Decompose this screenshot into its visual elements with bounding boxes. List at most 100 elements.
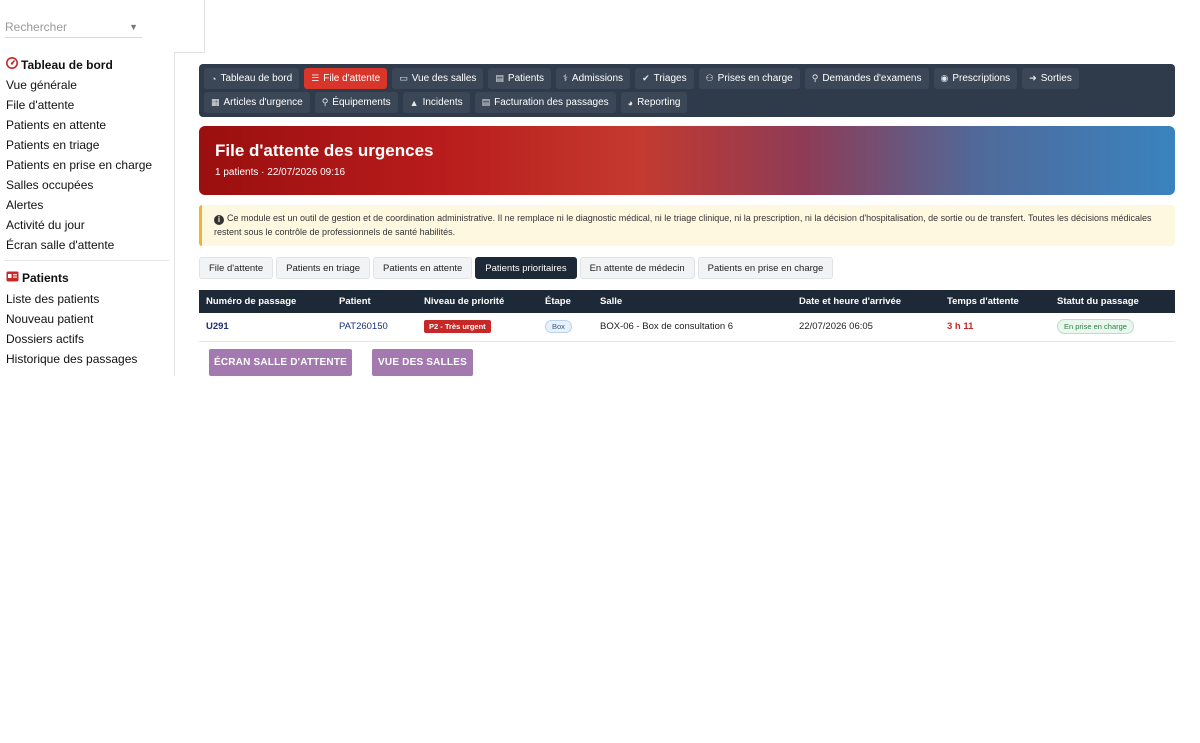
clipboard-check-icon: ✔ bbox=[642, 73, 650, 83]
menu-item-sorties[interactable]: ➜ Sorties bbox=[1022, 68, 1079, 89]
menu-item-label: Incidents bbox=[422, 97, 463, 108]
menu-item-prescriptions[interactable]: ◉ Prescriptions bbox=[933, 68, 1018, 89]
menu-item-label: Prescriptions bbox=[952, 73, 1011, 84]
menu-item-prises-en-charge[interactable]: ⚇ Prises en charge bbox=[698, 68, 800, 89]
sidebar-item[interactable]: Dossiers actifs bbox=[6, 329, 137, 349]
menu-item-vue-des-salles[interactable]: ▭ Vue des salles bbox=[392, 68, 484, 89]
sidebar-item[interactable]: Patients en attente bbox=[6, 115, 152, 135]
menu-item-label: Admissions bbox=[571, 73, 624, 84]
menu-row: ▦ Articles d'urgence ⚲ Équipements ▲ Incident… bbox=[204, 92, 1170, 113]
chevron-down-icon[interactable]: ▼ bbox=[129, 22, 138, 32]
room-cell: BOX-06 - Box de consultation 6 bbox=[593, 313, 792, 342]
priority-badge: P2 - Très urgent bbox=[424, 320, 491, 334]
menu-item-incidents[interactable]: ▲ Incidents bbox=[402, 92, 470, 113]
menu-item-label: Prises en charge bbox=[717, 73, 793, 84]
microscope-icon: ⚲ bbox=[811, 73, 819, 83]
pills-icon: ◉ bbox=[940, 73, 949, 83]
table-row[interactable]: U291 PAT260150 P2 - Très urgent Box BOX-… bbox=[199, 313, 1175, 342]
menu-item-reporting[interactable]: ◕ Reporting bbox=[620, 92, 688, 113]
menu-item-demandes-d-examens[interactable]: ⚲ Demandes d'examens bbox=[804, 68, 929, 89]
sidebar: ▼ Tableau de bord Vue générale File d'at… bbox=[0, 0, 175, 376]
menu-item-articles-d-urgence[interactable]: ▦ Articles d'urgence bbox=[204, 92, 310, 113]
menu-item-label: Équipements bbox=[332, 97, 391, 108]
disclaimer-notice: i Ce module est un outil de gestion et de… bbox=[199, 205, 1175, 246]
toolbar-box bbox=[174, 0, 205, 53]
menu-item-label: Facturation des passages bbox=[494, 97, 609, 108]
sidebar-item[interactable]: Patients en prise en charge bbox=[6, 155, 152, 175]
sidebar-item[interactable]: File d'attente bbox=[6, 95, 152, 115]
menu-item-label: File d'attente bbox=[323, 73, 381, 84]
menu-item-equipements[interactable]: ⚲ Équipements bbox=[314, 92, 398, 113]
column-header[interactable]: Statut du passage bbox=[1050, 290, 1175, 313]
chart-pie-icon: ◕ bbox=[627, 97, 634, 108]
passage-number[interactable]: U291 bbox=[199, 313, 332, 342]
step-badge: Box bbox=[545, 320, 572, 334]
sidebar-item[interactable]: Écran salle d'attente bbox=[6, 235, 152, 255]
sidebar-item[interactable]: Liste des patients bbox=[6, 289, 137, 309]
menu-item-file-d-attente[interactable]: ☰ File d'attente bbox=[304, 68, 388, 89]
column-header[interactable]: Salle bbox=[593, 290, 792, 313]
patients-table: Numéro de passage Patient Niveau de prio… bbox=[199, 290, 1175, 342]
status-badge: En prise en charge bbox=[1057, 319, 1134, 335]
menu-item-tableau-de-bord[interactable]: ◔ Tableau de bord bbox=[204, 68, 300, 89]
rooms-view-button[interactable]: VUE DES SALLES bbox=[372, 349, 473, 376]
gauge-icon: ◔ bbox=[211, 73, 217, 84]
sidebar-item[interactable]: Patients en triage bbox=[6, 135, 152, 155]
tab-file-d-attente[interactable]: File d'attente bbox=[199, 257, 274, 279]
column-header[interactable]: Patient bbox=[332, 290, 417, 313]
column-header[interactable]: Date et heure d'arrivée bbox=[792, 290, 940, 313]
search-input[interactable] bbox=[5, 14, 120, 34]
tab-patients-en-attente[interactable]: Patients en attente bbox=[373, 257, 473, 279]
menu-item-label: Tableau de bord bbox=[220, 73, 293, 84]
gauge-icon bbox=[6, 57, 18, 72]
list-icon: ☰ bbox=[311, 73, 320, 83]
sidebar-item[interactable]: Alertes bbox=[6, 195, 152, 215]
patient-id[interactable]: PAT260150 bbox=[332, 313, 417, 342]
top-navigation: ◔ Tableau de bord ☰ File d'attente ▭ Vue des … bbox=[199, 64, 1175, 117]
column-header[interactable]: Niveau de priorité bbox=[417, 290, 538, 313]
tab-en-attente-de-medecin[interactable]: En attente de médecin bbox=[579, 257, 695, 279]
stethoscope-icon: ⚲ bbox=[321, 97, 329, 107]
menu-row: ◔ Tableau de bord ☰ File d'attente ▭ Vue des … bbox=[204, 68, 1170, 89]
menu-item-label: Articles d'urgence bbox=[223, 97, 303, 108]
sidebar-item[interactable]: Nouveau patient bbox=[6, 309, 137, 329]
menu-item-facturation-des-passages[interactable]: ▤ Facturation des passages bbox=[474, 92, 616, 113]
id-card-icon: ▤ bbox=[495, 73, 504, 83]
menu-item-patients[interactable]: ▤ Patients bbox=[488, 68, 552, 89]
section-title-dashboard: Tableau de bord bbox=[6, 57, 113, 72]
section-title-patients: Patients bbox=[6, 271, 69, 285]
table-header-row: Numéro de passage Patient Niveau de prio… bbox=[199, 290, 1175, 313]
column-header[interactable]: Numéro de passage bbox=[199, 290, 332, 313]
sidebar-item[interactable]: Salles occupées bbox=[6, 175, 152, 195]
tab-patients-en-triage[interactable]: Patients en triage bbox=[276, 257, 371, 279]
menu-item-label: Triages bbox=[653, 73, 687, 84]
sign-out-icon: ➜ bbox=[1029, 73, 1037, 83]
waiting-room-screen-button[interactable]: ÉCRAN SALLE D'ATTENTE bbox=[209, 349, 352, 376]
menu-item-label: Reporting bbox=[637, 97, 681, 108]
menu-item-label: Vue des salles bbox=[411, 73, 477, 84]
notice-text: Ce module est un outil de gestion et de … bbox=[214, 213, 1152, 237]
invoice-icon: ▤ bbox=[481, 97, 491, 107]
tab-patients-en-prise-en-charge[interactable]: Patients en prise en charge bbox=[697, 257, 834, 279]
column-header[interactable]: Étape bbox=[538, 290, 593, 313]
info-icon: i bbox=[214, 215, 224, 225]
hospital-user-icon: ⚕ bbox=[563, 73, 568, 83]
sidebar-list-patients: Liste des patients Nouveau patient Dossi… bbox=[6, 289, 137, 369]
search-field[interactable]: ▼ bbox=[5, 14, 142, 38]
menu-item-triages[interactable]: ✔ Triages bbox=[635, 68, 694, 89]
id-card-icon bbox=[6, 271, 19, 285]
menu-item-label: Sorties bbox=[1040, 73, 1072, 84]
column-header[interactable]: Temps d'attente bbox=[940, 290, 1050, 313]
sidebar-item[interactable]: Activité du jour bbox=[6, 215, 152, 235]
menu-item-admissions[interactable]: ⚕ Admissions bbox=[556, 68, 631, 89]
page-title: File d'attente des urgences bbox=[215, 141, 434, 160]
tab-bar: File d'attente Patients en triage Patients… bbox=[199, 257, 834, 279]
arrival-cell: 22/07/2026 06:05 bbox=[792, 313, 940, 342]
warning-icon: ▲ bbox=[409, 97, 419, 108]
page-subtitle: 1 patients · 22/07/2026 09:16 bbox=[215, 167, 346, 178]
divider bbox=[4, 260, 169, 261]
tab-patients-prioritaires[interactable]: Patients prioritaires bbox=[475, 257, 577, 279]
sidebar-item[interactable]: Vue générale bbox=[6, 75, 152, 95]
sidebar-item[interactable]: Historique des passages bbox=[6, 349, 137, 369]
page-banner: File d'attente des urgences 1 patients ·… bbox=[199, 126, 1175, 195]
